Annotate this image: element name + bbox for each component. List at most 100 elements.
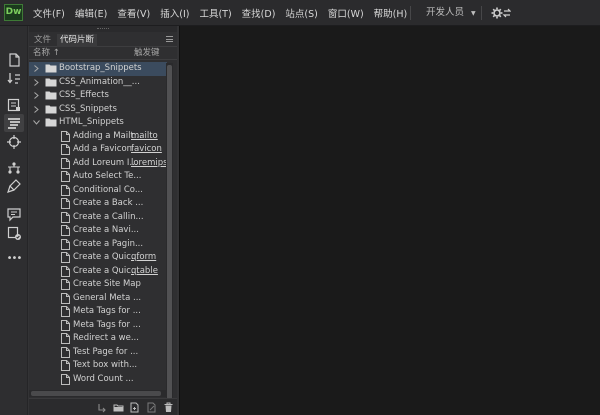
menu-item[interactable]: 帮助(H)	[374, 6, 408, 20]
snippet-folder[interactable]: CSS_Snippets	[29, 103, 167, 117]
snippet-file-icon	[61, 279, 70, 291]
scrollbar-thumb[interactable]	[167, 65, 172, 405]
snippet-file-icon	[61, 252, 70, 264]
tool-strip: •••	[0, 26, 28, 415]
chevron-down-icon[interactable]	[33, 119, 40, 126]
snippet-item[interactable]: Test Page for ...	[29, 346, 167, 360]
menu-item[interactable]: 站点(S)	[285, 6, 317, 20]
chevron-right-icon[interactable]	[33, 92, 39, 99]
menu-item[interactable]: 插入(I)	[160, 6, 189, 20]
snippet-item[interactable]: Meta Tags for ...	[29, 305, 167, 319]
menu-item[interactable]: 工具(T)	[199, 6, 231, 20]
comment-icon[interactable]	[6, 206, 22, 222]
menu-item[interactable]: 查找(D)	[242, 6, 276, 20]
menu-item[interactable]: 查看(V)	[117, 6, 150, 20]
snippet-item[interactable]: Create a Callin...	[29, 211, 167, 225]
tab-snippets[interactable]: 代码片断	[57, 34, 98, 47]
snippet-item[interactable]: Conditional Co...	[29, 184, 167, 198]
grip-icon	[97, 28, 109, 30]
new-folder-icon[interactable]	[113, 402, 124, 413]
more-icon[interactable]: •••	[6, 252, 23, 268]
snippet-trigger-key: loremipsum	[131, 157, 167, 168]
snippet-item[interactable]: General Meta ...	[29, 292, 167, 306]
chevron-right-icon[interactable]	[33, 105, 39, 113]
snippets-icon[interactable]	[4, 114, 24, 132]
vertical-scrollbar[interactable]	[166, 63, 173, 409]
snippet-item[interactable]: Meta Tags for ...	[29, 319, 167, 333]
folder-icon	[45, 91, 57, 100]
document-window[interactable]	[179, 26, 600, 415]
snippet-item[interactable]: Create a Back ...	[29, 197, 167, 211]
edit-snippet-icon[interactable]	[146, 402, 157, 413]
menu-item[interactable]: 编辑(E)	[75, 6, 107, 20]
snippet-item-label: Create a Navi...	[73, 225, 139, 236]
snippet-folder[interactable]: CSS_Animation__...	[29, 76, 167, 90]
snippet-item[interactable]: Create a Navi...	[29, 224, 167, 238]
folder-icon	[45, 118, 57, 127]
snippet-folder[interactable]: HTML_Snippets	[29, 116, 167, 130]
snippet-item-label: Auto Select Te...	[73, 171, 142, 182]
snippet-file-icon	[61, 184, 70, 196]
snippet-item[interactable]: Create a Quic... qform	[29, 251, 167, 265]
snippet-item-label: Text box with...	[73, 360, 138, 371]
menu-separator	[410, 6, 411, 20]
snippet-item-label: Meta Tags for ...	[73, 306, 141, 317]
snippet-trigger-key: qform	[131, 252, 157, 263]
panel-tabs: 文件 代码片断	[29, 34, 177, 47]
panel-menu-icon[interactable]	[166, 36, 173, 42]
horizontal-scrollbar[interactable]	[29, 390, 166, 397]
snippet-file-icon	[61, 373, 70, 385]
column-header-name[interactable]: 名称 ↑	[33, 48, 60, 59]
snippet-item[interactable]: Add Loreum I...loremipsum	[29, 157, 167, 171]
paint-icon[interactable]	[6, 178, 22, 194]
menu-item[interactable]: 窗口(W)	[328, 6, 364, 20]
snippet-item-label: Create a Quic...	[73, 265, 140, 276]
panel-drag-bar[interactable]	[29, 26, 177, 32]
folder-icon	[45, 78, 57, 87]
snippet-item[interactable]: Create a Quic... qtable	[29, 265, 167, 279]
snippet-folder[interactable]: CSS_Effects	[29, 89, 167, 103]
delete-icon[interactable]	[163, 402, 174, 413]
check-icon[interactable]	[6, 225, 22, 241]
new-snippet-icon[interactable]	[129, 402, 140, 413]
snippet-folder[interactable]: Bootstrap_Snippets	[29, 62, 167, 76]
dom-icon[interactable]	[6, 160, 22, 176]
snippet-file-icon	[61, 171, 70, 183]
snippet-item[interactable]: Redirect a we...	[29, 332, 167, 346]
gear-sync-icon[interactable]	[491, 6, 512, 20]
snippet-folder-label: CSS_Animation__...	[59, 76, 140, 87]
menu-bar: Dw 文件(F) 编辑(E) 查看(V) 插入(I) 工具(T) 查找(D) 站点(S) 窗口…	[0, 0, 600, 26]
panel-footer	[29, 398, 177, 415]
snippet-item-label: Create a Back ...	[73, 198, 144, 209]
snippet-file-icon	[61, 333, 70, 345]
snippet-item[interactable]: Create Site Map	[29, 278, 167, 292]
snippet-item[interactable]: Text box with...	[29, 359, 167, 373]
menu-item[interactable]: 文件(F)	[33, 6, 65, 20]
snippet-file-icon	[61, 144, 70, 156]
snippet-item[interactable]: Create a Pagin...	[29, 238, 167, 252]
folder-icon	[45, 105, 57, 114]
snippet-item-label: Add a Favicon	[73, 144, 133, 155]
scrollbar-thumb[interactable]	[31, 391, 161, 396]
target-icon[interactable]	[6, 134, 22, 150]
snippet-item-label: Create a Quic...	[73, 252, 140, 263]
snippets-tree: Bootstrap_Snippets CSS_Animation__... CSS_…	[29, 62, 167, 411]
tab-files[interactable]: 文件	[31, 34, 54, 47]
split-view-icon[interactable]	[6, 97, 22, 113]
chevron-right-icon[interactable]	[33, 65, 39, 72]
snippet-item[interactable]: Word Count ...	[29, 373, 167, 387]
chevron-right-icon[interactable]	[33, 78, 39, 86]
column-header-trigger-key[interactable]: 触发键	[134, 48, 160, 59]
snippet-item[interactable]: Adding a Mailt... mailto	[29, 130, 167, 144]
snippet-file-icon	[61, 238, 70, 250]
snippet-item[interactable]: Auto Select Te...	[29, 170, 167, 184]
column-headers: 名称 ↑ 触发键	[29, 48, 177, 60]
workspace-switcher[interactable]: 开发人员 ▼	[426, 0, 476, 26]
file-icon[interactable]	[6, 52, 22, 68]
insert-icon[interactable]	[96, 402, 107, 413]
snippet-item-label: Word Count ...	[73, 373, 134, 384]
snippet-trigger-key: mailto	[131, 130, 158, 141]
file-transfer-icon[interactable]	[6, 70, 22, 86]
snippet-item-label: Conditional Co...	[73, 184, 143, 195]
snippet-item[interactable]: Add a Favicon favicon	[29, 143, 167, 157]
